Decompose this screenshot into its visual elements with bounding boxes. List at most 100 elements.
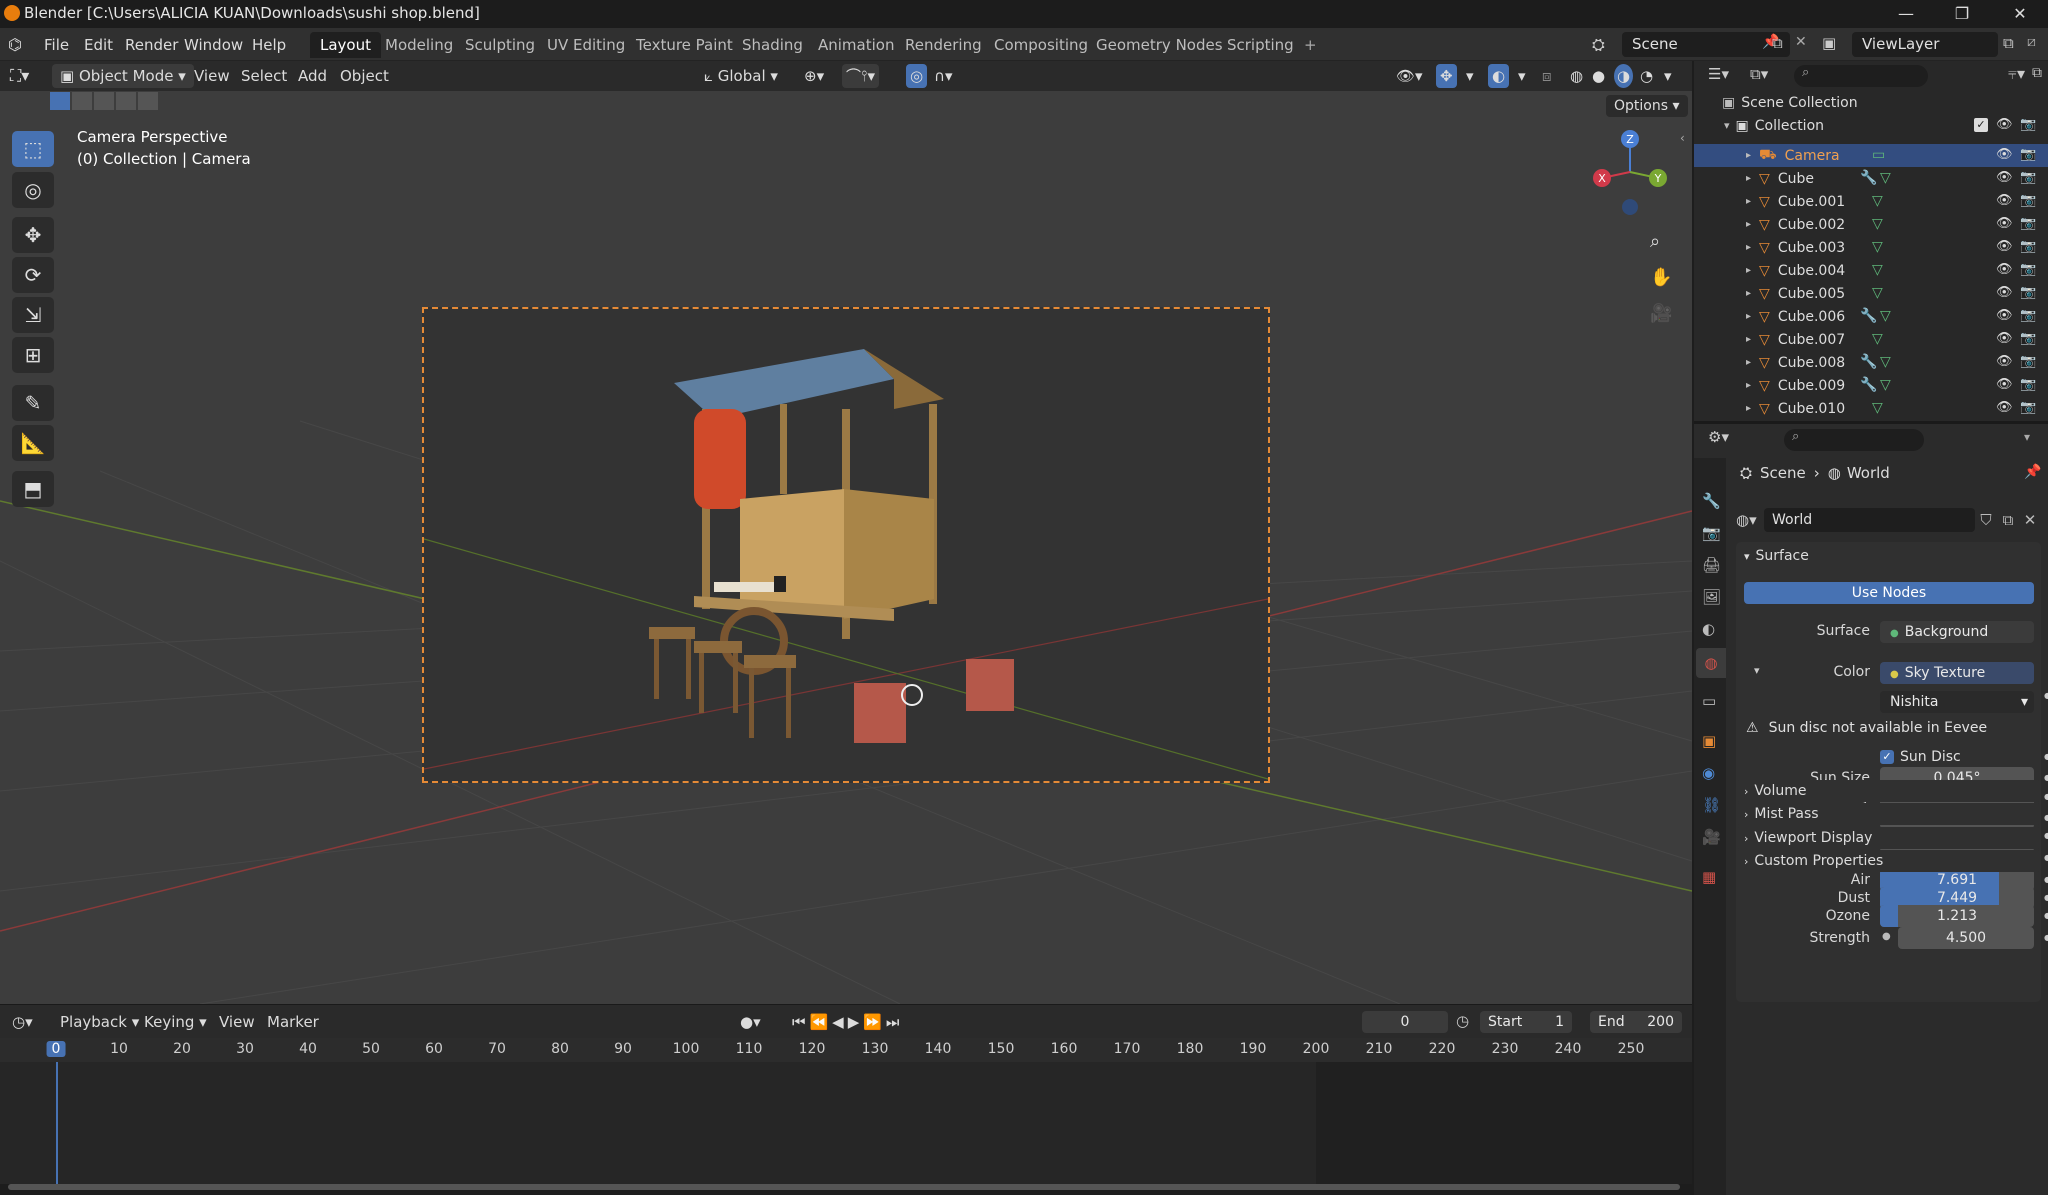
- mesh-data-icon[interactable]: ▽: [1872, 262, 1883, 278]
- camera-view-icon[interactable]: 🎥: [1650, 303, 1672, 324]
- object-tab-icon[interactable]: ▣: [1702, 732, 1716, 750]
- expand-arrow-icon[interactable]: ▸: [1746, 380, 1751, 391]
- measure-tool[interactable]: 📐: [12, 425, 54, 461]
- wrench-icon[interactable]: 🔧: [1860, 354, 1877, 370]
- transform-tool[interactable]: ⊞: [12, 337, 54, 373]
- expand-arrow-icon[interactable]: ▸: [1746, 242, 1751, 253]
- collection-row[interactable]: ▾ ▣ Collection ✓ 👁 📷: [1694, 114, 2048, 137]
- outliner-item[interactable]: ▸ ▽ Cube.006 🔧 ▽ 👁 📷: [1694, 305, 2048, 328]
- render-tab-icon[interactable]: 📷: [1702, 524, 1721, 542]
- select-extend-icon[interactable]: [72, 92, 92, 110]
- move-tool[interactable]: ✥: [12, 217, 54, 253]
- blender-menu-icon[interactable]: ⌬: [8, 35, 30, 55]
- new-scene-icon[interactable]: ⧉: [1772, 34, 1783, 52]
- camera-render-icon[interactable]: 📷: [2020, 377, 2036, 392]
- select-difference-icon[interactable]: [116, 92, 136, 110]
- new-collection-icon[interactable]: ⧉: [2032, 65, 2042, 81]
- mesh-data-icon[interactable]: ▽: [1872, 216, 1883, 232]
- close-icon[interactable]: ✕: [2000, 2, 2040, 26]
- sidebar-toggle-icon[interactable]: ‹: [1680, 131, 1685, 145]
- solid-shading-icon[interactable]: ●: [1592, 64, 1605, 88]
- object-mode-dropdown[interactable]: ▣ Object Mode ▾: [52, 64, 194, 88]
- outliner-item[interactable]: ▸ ▽ Cube.005 ▽ 👁 📷: [1694, 282, 2048, 305]
- outliner-item[interactable]: ▸ ▽ Cube.003 ▽ 👁 📷: [1694, 236, 2048, 259]
- overlays-icon[interactable]: ◐: [1488, 64, 1510, 88]
- start-frame-field[interactable]: Start 1: [1480, 1011, 1572, 1033]
- outliner-item[interactable]: ▸ ▽ Cube.008 🔧 ▽ 👁 📷: [1694, 351, 2048, 374]
- cursor-tool[interactable]: ◎: [12, 172, 54, 208]
- fake-user-icon[interactable]: ⛉: [1975, 511, 1997, 529]
- add-cube-tool[interactable]: ⬒: [12, 471, 54, 507]
- expand-arrow-icon[interactable]: ▸: [1746, 357, 1751, 368]
- outliner-item[interactable]: ▸ ▽ Cube 🔧 ▽ 👁 📷: [1694, 167, 2048, 190]
- sun-disc-checkbox[interactable]: ✓: [1880, 750, 1894, 764]
- eye-icon[interactable]: 👁: [1996, 193, 2013, 208]
- timeline-editor-icon[interactable]: ◷▾: [12, 1010, 33, 1034]
- camera-render-icon[interactable]: 📷: [2020, 170, 2036, 185]
- display-mode-icon[interactable]: ⧉▾: [1750, 65, 1768, 83]
- mesh-data-icon[interactable]: ▽: [1880, 377, 1891, 393]
- scale-tool[interactable]: ⇲: [12, 297, 54, 333]
- unlink-world-icon[interactable]: ✕: [2019, 511, 2041, 529]
- tab-geometry-nodes[interactable]: Geometry Nodes: [1086, 32, 1233, 58]
- tab-animation[interactable]: Animation: [808, 32, 904, 58]
- breadcrumb-world[interactable]: World: [1847, 464, 1890, 482]
- camera-render-icon[interactable]: 📷: [2020, 331, 2036, 346]
- keyframe-dot-icon[interactable]: ●: [2044, 813, 2048, 822]
- tab-shading[interactable]: Shading: [732, 32, 813, 58]
- eye-icon[interactable]: 👁: [1996, 216, 2013, 231]
- playback-menu[interactable]: Playback ▾: [60, 1010, 139, 1034]
- gizmo-dropdown-icon[interactable]: ▾: [1466, 64, 1474, 88]
- camera-render-icon[interactable]: 📷: [2020, 400, 2036, 415]
- scene-collection-row[interactable]: ▣ Scene Collection: [1694, 91, 2048, 114]
- tab-sculpting[interactable]: Sculpting: [455, 32, 545, 58]
- pan-hand-icon[interactable]: ✋: [1650, 267, 1672, 288]
- menu-render[interactable]: Render: [119, 33, 184, 57]
- properties-editor-icon[interactable]: ⚙▾: [1708, 428, 1729, 446]
- shading-dropdown-icon[interactable]: ▾: [1664, 64, 1672, 88]
- camera-render-icon[interactable]: 📷: [2020, 147, 2036, 162]
- surface-shader-field[interactable]: ● Background: [1880, 621, 2034, 643]
- timeline-view-menu[interactable]: View: [219, 1010, 255, 1034]
- eye-icon[interactable]: 👁: [1996, 285, 2013, 300]
- timeline-ruler[interactable]: 0 10 20 30 40 50 60 70 80 90 100 110 120 130 140 150 160…: [0, 1038, 1692, 1062]
- camera-render-icon[interactable]: 📷: [2020, 262, 2036, 277]
- collapsed-panel-header[interactable]: › Custom Properties: [1736, 850, 2041, 872]
- outliner-item[interactable]: ▸ ▽ Cube.001 ▽ 👁 📷: [1694, 190, 2048, 213]
- eye-icon[interactable]: 👁: [1996, 170, 2013, 185]
- keyframe-dot-icon[interactable]: ●: [2044, 752, 2048, 761]
- editor-type-icon[interactable]: ⛶▾: [10, 64, 29, 88]
- wireframe-shading-icon[interactable]: ◍: [1570, 64, 1583, 88]
- mesh-data-icon[interactable]: ▽: [1872, 400, 1883, 416]
- filter-icon[interactable]: ⫧▾: [2008, 64, 2025, 84]
- zoom-icon[interactable]: ⌕: [1650, 231, 1660, 252]
- collection-checkbox[interactable]: ✓: [1974, 118, 1988, 132]
- select-subtract-icon[interactable]: [94, 92, 114, 110]
- breadcrumb-scene[interactable]: Scene: [1760, 464, 1806, 482]
- outliner-item[interactable]: ▸ ▽ Cube.009 🔧 ▽ 👁 📷: [1694, 374, 2048, 397]
- menu-object[interactable]: Object: [340, 64, 389, 88]
- outliner-item[interactable]: ▸ ▽ Cube.002 ▽ 👁 📷: [1694, 213, 2048, 236]
- numeric-field[interactable]: 4.500: [1898, 927, 2034, 949]
- outliner-editor-icon[interactable]: ☰▾: [1708, 65, 1729, 83]
- mesh-data-icon[interactable]: ▽: [1872, 285, 1883, 301]
- numeric-field[interactable]: 1.213: [1880, 905, 2034, 927]
- color-input-field[interactable]: ● Sky Texture: [1880, 662, 2034, 684]
- tab-uv-editing[interactable]: UV Editing: [537, 32, 635, 58]
- expand-arrow-icon[interactable]: ▸: [1746, 219, 1751, 230]
- constraints-tab-icon[interactable]: ⛓: [1702, 796, 1721, 814]
- pivot-icon[interactable]: ⊕▾: [804, 64, 824, 88]
- mesh-data-icon[interactable]: ▽: [1872, 331, 1883, 347]
- outliner-item[interactable]: ▸ ▽ Cube.004 ▽ 👁 📷: [1694, 259, 2048, 282]
- select-new-icon[interactable]: [50, 92, 70, 110]
- pin-properties-icon[interactable]: 📌: [2024, 464, 2041, 480]
- end-frame-field[interactable]: End 200: [1590, 1011, 1682, 1033]
- outliner-item[interactable]: ▸ ▽ Cube.010 ▽ 👁 📷: [1694, 397, 2048, 420]
- surface-panel-header[interactable]: ▾ Surface: [1744, 548, 1809, 564]
- minimize-icon[interactable]: —: [1886, 2, 1926, 26]
- keying-menu[interactable]: Keying ▾: [144, 1010, 207, 1034]
- use-nodes-button[interactable]: Use Nodes: [1744, 582, 2034, 604]
- menu-file[interactable]: File: [38, 33, 75, 57]
- clock-icon[interactable]: ◷: [1456, 1012, 1469, 1030]
- menu-help[interactable]: Help: [246, 33, 292, 57]
